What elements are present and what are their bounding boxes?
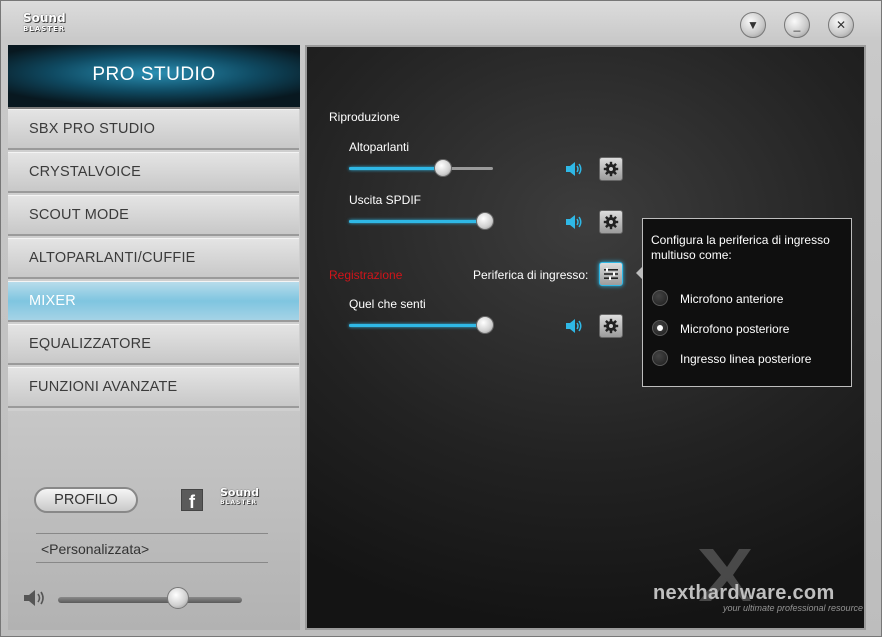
radio-front-mic[interactable]: [652, 290, 668, 306]
sidebar-item-label: SCOUT MODE: [29, 207, 130, 223]
radio-rear-mic-label[interactable]: Microfono posteriore: [680, 322, 789, 336]
speaker-icon[interactable]: [565, 214, 583, 230]
small-logo-line1: Sound: [220, 486, 260, 499]
sidebar-item-equalizer[interactable]: EQUALIZZATORE: [8, 324, 299, 365]
input-config-popup: Configura la periferica di ingresso mult…: [642, 218, 852, 387]
speakers-slider-knob[interactable]: [434, 159, 452, 177]
master-volume-track[interactable]: [58, 597, 242, 603]
sidebar-item-mixer[interactable]: MIXER: [8, 281, 299, 322]
sidebar-item-scout-mode[interactable]: SCOUT MODE: [8, 195, 299, 236]
spdif-settings-button[interactable]: [599, 210, 623, 234]
gear-icon: [603, 318, 619, 334]
mode-title: PRO STUDIO: [92, 64, 216, 85]
radio-rear-line-in-label[interactable]: Ingresso linea posteriore: [680, 352, 811, 366]
minimize-button[interactable]: _: [784, 12, 810, 38]
master-volume-knob[interactable]: [167, 587, 189, 609]
minimize-icon: _: [793, 18, 801, 32]
sidebar-item-label: MIXER: [29, 293, 76, 309]
menu-button[interactable]: ▼: [740, 12, 766, 38]
spdif-slider-track[interactable]: [349, 220, 493, 223]
what-u-hear-slider-knob[interactable]: [476, 316, 494, 334]
sidebar-item-label: FUNZIONI AVANZATE: [29, 379, 178, 395]
close-button[interactable]: ✕: [828, 12, 854, 38]
input-device-config-button[interactable]: [599, 262, 623, 286]
sidebar-item-label: SBX PRO STUDIO: [29, 121, 156, 137]
gear-icon: [603, 161, 619, 177]
spdif-label: Uscita SPDIF: [349, 193, 422, 207]
speaker-icon[interactable]: [565, 161, 583, 177]
spdif-slider-fill: [349, 220, 485, 223]
speakers-slider-fill: [349, 167, 443, 170]
radio-front-mic-label[interactable]: Microfono anteriore: [680, 292, 783, 306]
sidebar-item-advanced[interactable]: FUNZIONI AVANZATE: [8, 367, 299, 408]
watermark-tagline: your ultimate professional resource: [723, 603, 864, 613]
sidebar: PRO STUDIO SBX PRO STUDIO CRYSTALVOICE S…: [8, 45, 300, 630]
radio-rear-mic[interactable]: [652, 320, 668, 336]
speaker-icon[interactable]: [22, 589, 46, 607]
speakers-slider-track[interactable]: [349, 167, 493, 170]
sidebar-item-label: CRYSTALVOICE: [29, 164, 141, 180]
facebook-icon[interactable]: f: [181, 489, 203, 512]
popup-title: Configura la periferica di ingresso mult…: [651, 233, 830, 262]
what-u-hear-slider-track[interactable]: [349, 324, 493, 327]
playback-header: Riproduzione: [329, 110, 400, 124]
small-logo-line2: BLASTER: [220, 499, 258, 506]
sound-blaster-small-logo[interactable]: Sound BLASTER: [220, 486, 270, 512]
what-u-hear-settings-button[interactable]: [599, 314, 623, 338]
watermark: nexthardware.com your ultimate professio…: [653, 545, 873, 615]
gear-icon: [603, 214, 619, 230]
logo-line1: Sound: [23, 11, 66, 25]
sound-blaster-logo: Sound BLASTER: [23, 11, 75, 39]
sidebar-item-label: EQUALIZZATORE: [29, 336, 152, 352]
sidebar-item-crystalvoice[interactable]: CRYSTALVOICE: [8, 152, 299, 193]
recording-header: Registrazione: [329, 268, 403, 282]
input-device-label: Periferica di ingresso:: [473, 268, 589, 282]
sidebar-item-sbx-pro-studio[interactable]: SBX PRO STUDIO: [8, 109, 299, 150]
radio-rear-line-in[interactable]: [652, 350, 668, 366]
spdif-slider-knob[interactable]: [476, 212, 494, 230]
mixer-config-icon: [604, 268, 618, 280]
speakers-label: Altoparlanti: [349, 140, 410, 154]
sound-blaster-window: Sound BLASTER ▼ _ ✕ PRO STUDIO SBX PRO S…: [0, 0, 882, 637]
what-u-hear-label: Quel che senti: [349, 297, 426, 311]
logo-line2: BLASTER: [23, 25, 66, 33]
profile-select[interactable]: <Personalizzata>: [36, 533, 268, 563]
mixer-panel: Riproduzione Altoparlanti Uscita SPDIF R…: [305, 45, 866, 630]
profile-panel: PROFILO f Sound BLASTER <Personalizzata>: [8, 411, 300, 630]
speakers-settings-button[interactable]: [599, 157, 623, 181]
what-u-hear-slider-fill: [349, 324, 485, 327]
mode-banner: PRO STUDIO: [8, 45, 300, 109]
profile-button[interactable]: PROFILO: [34, 487, 138, 513]
sidebar-item-speakers-headphones[interactable]: ALTOPARLANTI/CUFFIE: [8, 238, 299, 279]
chevron-down-icon: ▼: [747, 18, 759, 32]
close-icon: ✕: [835, 18, 847, 32]
speaker-icon[interactable]: [565, 318, 583, 334]
sidebar-item-label: ALTOPARLANTI/CUFFIE: [29, 250, 196, 266]
watermark-name: nexthardware.com: [653, 582, 835, 604]
